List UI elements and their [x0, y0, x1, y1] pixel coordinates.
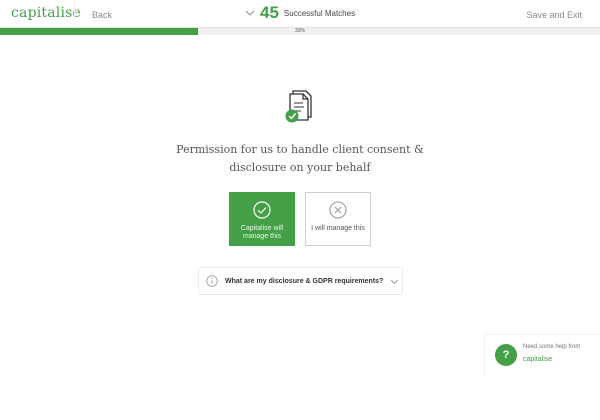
help-brand: capitalise: [523, 356, 553, 363]
back-link[interactable]: Back: [92, 10, 112, 20]
capitalise-logo[interactable]: capitalise: [11, 5, 81, 21]
progress-bar: 33%: [0, 28, 600, 35]
faq-label: What are my disclosure & GDPR requiremen…: [225, 277, 384, 285]
successful-matches[interactable]: 45 Successful Matches: [244, 3, 355, 23]
help-text: Need some help from: [523, 344, 581, 350]
save-and-exit-link[interactable]: Save and Exit: [526, 10, 582, 20]
check-circle-icon: [253, 201, 271, 219]
document-check-icon: [285, 90, 312, 123]
help-widget[interactable]: ? Need some help from capitalise: [484, 334, 600, 376]
option-capitalise-manage[interactable]: Capitalise will manage this: [229, 192, 295, 246]
info-icon: [206, 275, 218, 287]
header-divider: [74, 0, 75, 28]
match-count: 45: [260, 3, 279, 22]
x-circle-icon: [329, 201, 347, 219]
chevron-down-icon: [391, 279, 399, 284]
option-label: Capitalise will manage this: [240, 225, 284, 240]
option-label: I will manage this: [311, 225, 365, 232]
consent-question: Permission for us to handle client conse…: [176, 143, 424, 174]
progress-percent: 33%: [294, 28, 305, 34]
option-self-manage[interactable]: I will manage this: [305, 192, 371, 246]
gdpr-requirements-accordion[interactable]: What are my disclosure & GDPR requiremen…: [198, 267, 403, 295]
question-mark-icon[interactable]: ?: [495, 344, 517, 366]
top-header: capitalise Back 45 Successful Matches Sa…: [0, 0, 600, 28]
chevron-down-icon: [245, 10, 255, 16]
match-label: Successful Matches: [283, 8, 356, 18]
